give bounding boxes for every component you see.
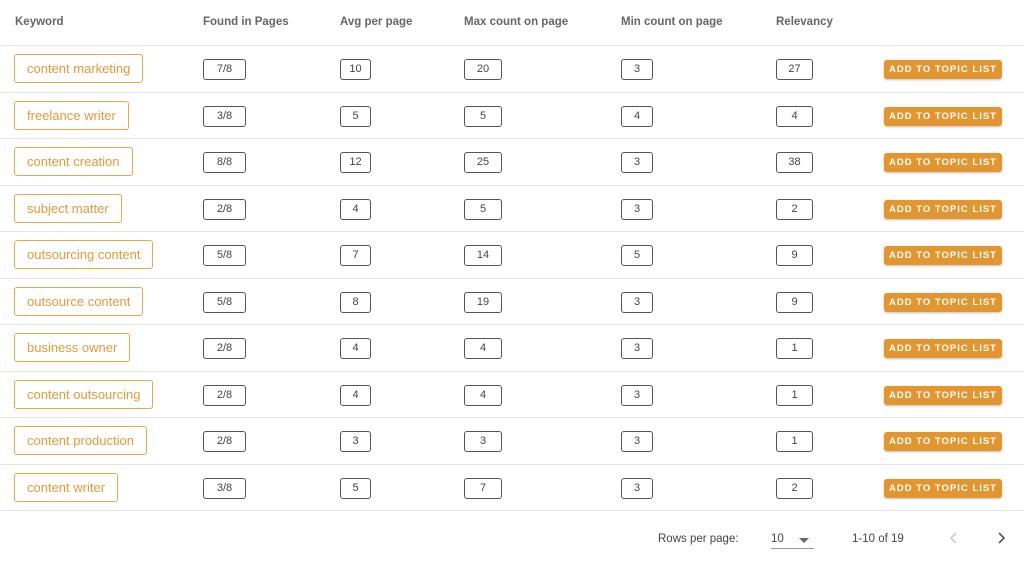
add-to-topic-list-button[interactable]: ADD TO TOPIC LIST: [884, 60, 1002, 79]
add-to-topic-list-button[interactable]: ADD TO TOPIC LIST: [884, 339, 1002, 358]
table-header: Keyword Found in Pages Avg per page Max …: [0, 0, 1024, 46]
avg-per-page-value: 5: [340, 477, 371, 499]
relevancy-value: 1: [776, 338, 813, 359]
previous-page-button[interactable]: [944, 528, 964, 548]
header-keyword[interactable]: Keyword: [15, 16, 64, 28]
chevron-left-icon: [949, 532, 957, 544]
min-count-value: 3: [621, 384, 653, 406]
header-min-count[interactable]: Min count on page: [621, 16, 723, 28]
keyword-table: Keyword Found in Pages Avg per page Max …: [0, 0, 1024, 511]
min-count-value: 3: [621, 431, 653, 452]
add-to-topic-list-button[interactable]: ADD TO TOPIC LIST: [884, 106, 1002, 126]
rows-per-page-value: 10: [771, 533, 784, 545]
table-row: outsourcing content 5/8 7 14 5 9 ADD TO TOPIC …: [0, 232, 1024, 279]
avg-per-page-value: 12: [340, 152, 371, 173]
add-to-topic-list-button[interactable]: ADD TO TOPIC LIST: [884, 292, 1002, 312]
table-row: content creation 8/8 12 25 3 38 ADD TO TOPIC L…: [0, 139, 1024, 186]
header-avg-per-page[interactable]: Avg per page: [340, 16, 412, 28]
relevancy-value: 1: [776, 384, 813, 406]
avg-per-page-value: 4: [340, 384, 371, 406]
add-to-topic-list-button[interactable]: ADD TO TOPIC LIST: [884, 199, 1002, 219]
relevancy-value: 9: [776, 291, 813, 313]
table-row: content production 2/8 3 3 3 1 ADD TO TOPIC LI…: [0, 418, 1024, 465]
table-row: content outsourcing 2/8 4 4 3 1 ADD TO TOPIC L…: [0, 372, 1024, 418]
min-count-value: 4: [621, 105, 653, 127]
table-row: freelance writer 3/8 5 5 4 4 ADD TO TOPIC LIST: [0, 93, 1024, 139]
keyword-chip[interactable]: outsource content: [14, 286, 144, 316]
add-to-topic-list-button[interactable]: ADD TO TOPIC LIST: [884, 153, 1002, 172]
min-count-value: 3: [621, 477, 653, 499]
relevancy-value: 2: [776, 198, 813, 220]
table-body: content marketing 7/8 10 20 3 27 ADD TO TOPIC …: [0, 46, 1024, 511]
relevancy-value: 27: [776, 59, 813, 80]
found-in-pages-value: 2/8: [203, 384, 246, 406]
min-count-value: 3: [621, 198, 653, 220]
avg-per-page-value: 3: [340, 431, 371, 452]
relevancy-value: 4: [776, 105, 813, 127]
pagination: Rows per page: 10 1-10 of 19: [0, 511, 1024, 567]
caret-down-icon: [799, 538, 809, 543]
found-in-pages-value: 2/8: [203, 431, 246, 452]
found-in-pages-value: 3/8: [203, 477, 246, 499]
min-count-value: 5: [621, 245, 653, 266]
found-in-pages-value: 5/8: [203, 245, 246, 266]
avg-per-page-value: 10: [340, 59, 371, 80]
table-row: outsource content 5/8 8 19 3 9 ADD TO TOPIC LI…: [0, 279, 1024, 325]
keyword-chip[interactable]: freelance writer: [14, 100, 129, 130]
found-in-pages-value: 2/8: [203, 198, 246, 220]
keyword-chip[interactable]: subject matter: [14, 193, 122, 223]
found-in-pages-value: 3/8: [203, 105, 246, 127]
table-row: business owner 2/8 4 4 3 1 ADD TO TOPIC LIST: [0, 325, 1024, 372]
avg-per-page-value: 7: [340, 245, 371, 266]
rows-per-page-label: Rows per page:: [658, 533, 739, 545]
max-count-value: 3: [464, 431, 502, 452]
max-count-value: 4: [464, 384, 502, 406]
page-range: 1-10 of 19: [852, 533, 904, 545]
avg-per-page-value: 4: [340, 338, 371, 359]
table-row: subject matter 2/8 4 5 3 2 ADD TO TOPIC LIST: [0, 186, 1024, 232]
min-count-value: 3: [621, 291, 653, 313]
keyword-chip[interactable]: content writer: [14, 472, 119, 502]
add-to-topic-list-button[interactable]: ADD TO TOPIC LIST: [884, 478, 1002, 498]
table-row: content writer 3/8 5 7 3 2 ADD TO TOPIC LIST: [0, 465, 1024, 511]
header-relevancy[interactable]: Relevancy: [776, 16, 833, 28]
table-row: content marketing 7/8 10 20 3 27 ADD TO TOPIC …: [0, 46, 1024, 93]
found-in-pages-value: 5/8: [203, 291, 246, 313]
keyword-chip[interactable]: content production: [14, 426, 147, 455]
avg-per-page-value: 8: [340, 291, 371, 313]
relevancy-value: 9: [776, 245, 813, 266]
avg-per-page-value: 5: [340, 105, 371, 127]
max-count-value: 5: [464, 198, 502, 220]
min-count-value: 3: [621, 338, 653, 359]
relevancy-value: 1: [776, 431, 813, 452]
found-in-pages-value: 8/8: [203, 152, 246, 173]
relevancy-value: 2: [776, 477, 813, 499]
chevron-right-icon: [998, 532, 1006, 544]
header-max-count[interactable]: Max count on page: [464, 16, 568, 28]
avg-per-page-value: 4: [340, 198, 371, 220]
max-count-value: 7: [464, 477, 502, 499]
header-found-in-pages[interactable]: Found in Pages: [203, 16, 289, 28]
keyword-chip[interactable]: business owner: [14, 333, 131, 362]
keyword-chip[interactable]: outsourcing content: [14, 240, 154, 269]
max-count-value: 25: [464, 152, 502, 173]
add-to-topic-list-button[interactable]: ADD TO TOPIC LIST: [884, 246, 1002, 265]
max-count-value: 20: [464, 59, 502, 80]
min-count-value: 3: [621, 59, 653, 80]
relevancy-value: 38: [776, 152, 813, 173]
next-page-button[interactable]: [991, 528, 1011, 548]
add-to-topic-list-button[interactable]: ADD TO TOPIC LIST: [884, 432, 1002, 451]
max-count-value: 5: [464, 105, 502, 127]
found-in-pages-value: 2/8: [203, 338, 246, 359]
min-count-value: 3: [621, 152, 653, 173]
keyword-chip[interactable]: content outsourcing: [14, 379, 154, 409]
max-count-value: 4: [464, 338, 502, 359]
rows-per-page-select[interactable]: 10: [771, 526, 814, 549]
max-count-value: 14: [464, 245, 502, 266]
keyword-chip[interactable]: content creation: [14, 147, 133, 176]
add-to-topic-list-button[interactable]: ADD TO TOPIC LIST: [884, 385, 1002, 405]
keyword-chip[interactable]: content marketing: [14, 54, 144, 83]
found-in-pages-value: 7/8: [203, 59, 246, 80]
max-count-value: 19: [464, 291, 502, 313]
